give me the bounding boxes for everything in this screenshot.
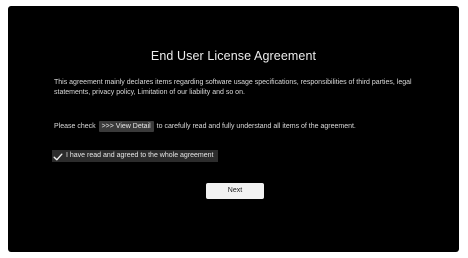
check-icon bbox=[52, 150, 64, 162]
eula-screen: End User License Agreement This agreemen… bbox=[8, 6, 459, 252]
check-prefix-text: Please check bbox=[54, 123, 96, 130]
check-suffix-text: to carefully read and fully understand a… bbox=[156, 123, 356, 130]
view-detail-instruction: Please check >>> View Detail to carefull… bbox=[54, 121, 356, 132]
agree-checkbox-label: I have read and agreed to the whole agre… bbox=[66, 152, 214, 159]
agreement-description: This agreement mainly declares items reg… bbox=[54, 79, 412, 96]
view-detail-link[interactable]: >>> View Detail bbox=[98, 121, 154, 132]
next-button[interactable]: Next bbox=[206, 183, 264, 199]
page-title: End User License Agreement bbox=[150, 49, 317, 63]
agree-checkbox[interactable]: I have read and agreed to the whole agre… bbox=[52, 150, 218, 162]
